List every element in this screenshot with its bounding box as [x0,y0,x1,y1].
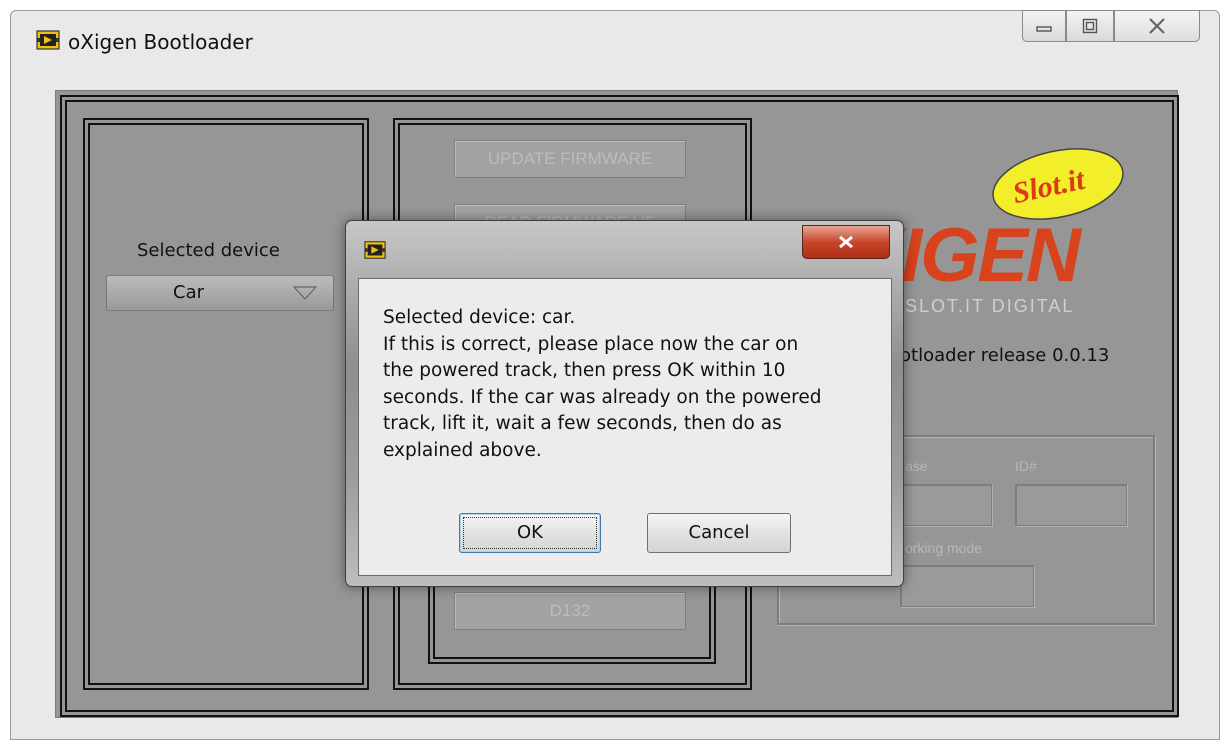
cancel-button-label: Cancel [688,522,750,543]
confirm-dialog: Selected device: car. If this is correct… [345,220,904,587]
close-icon [839,235,853,249]
window-controls [1022,10,1200,44]
labview-vi-icon [364,241,386,259]
cancel-button[interactable]: Cancel [647,513,791,553]
labview-vi-icon [36,30,60,50]
window-title: oXigen Bootloader [68,30,253,54]
close-icon [1149,18,1165,34]
working-mode-field [900,565,1034,607]
id-field-label: ID# [1015,458,1037,474]
device-frame [83,118,369,690]
close-button[interactable] [1114,10,1200,42]
chevron-down-icon [293,286,317,300]
maximize-button[interactable] [1066,10,1114,42]
maximize-icon [1082,18,1098,34]
selected-device-ring[interactable]: Car [106,275,334,311]
logo-subtitle: SLOT.IT DIGITAL [905,296,1075,316]
selected-device-value: Car [173,282,204,303]
ok-button[interactable]: OK [459,513,601,553]
id-field [1015,484,1127,526]
update-firmware-button[interactable]: UPDATE FIRMWARE [454,140,686,178]
dialog-close-button[interactable] [802,225,890,259]
release-field [900,484,992,526]
working-mode-label: orking mode [905,540,983,556]
device-code-display: D132 [454,592,686,630]
minimize-button[interactable] [1022,10,1066,42]
focus-ring [463,517,597,549]
minimize-icon [1036,26,1052,32]
selected-device-label: Selected device [137,240,280,261]
dialog-body: Selected device: car. If this is correct… [358,278,892,576]
release-label: otloader release 0.0.13 [900,345,1110,366]
release-field-label: ase [905,458,928,474]
slotit-badge: Slot.it [992,148,1124,220]
dialog-message: Selected device: car. If this is correct… [383,307,822,461]
